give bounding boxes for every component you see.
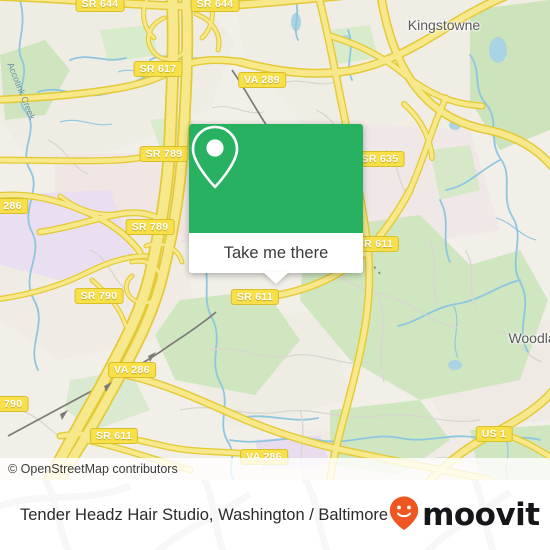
moovit-map-page: Accotink Creek Kingstowne Woodlawn SR 64… <box>0 0 550 550</box>
road-shield: SR 644 <box>190 0 240 12</box>
moovit-smiley-pin-icon <box>388 495 420 536</box>
moovit-logo[interactable]: moovit <box>388 495 540 536</box>
footer-bar: Tender Headz Hair Studio, Washington / B… <box>0 480 550 550</box>
osm-attribution[interactable]: © OpenStreetMap contributors <box>0 458 550 480</box>
place-label-kingstowne: Kingstowne <box>407 17 481 33</box>
popup-card-header <box>189 124 363 233</box>
road-shield: SR 611 <box>230 289 280 305</box>
road-shield: SR 789 <box>125 219 175 235</box>
road-shield: VA 289 <box>238 72 286 88</box>
map-canvas[interactable]: Accotink Creek Kingstowne Woodlawn SR 64… <box>0 0 550 480</box>
place-label-woodlawn: Woodlawn <box>508 330 550 346</box>
take-me-there-button[interactable]: Take me there <box>189 233 363 273</box>
moovit-wordmark: moovit <box>422 496 540 533</box>
road-shield: SR 617 <box>133 61 183 77</box>
road-shield: SR 611 <box>89 428 139 444</box>
road-shield: SR 789 <box>139 146 189 162</box>
road-shield: SR 644 <box>75 0 125 12</box>
take-me-there-label: Take me there <box>223 243 329 262</box>
road-shield: VA 286 <box>108 362 156 378</box>
road-shield: SR 790 <box>0 396 29 412</box>
location-popup-card[interactable]: Take me there <box>189 124 363 284</box>
road-shield: SR 790 <box>74 288 124 304</box>
popup-card-pointer <box>263 272 289 284</box>
footer-location-title: Tender Headz Hair Studio, Washington / B… <box>20 505 389 524</box>
road-shield: VA 286 <box>0 198 28 214</box>
road-shield: US 1 <box>475 426 513 442</box>
